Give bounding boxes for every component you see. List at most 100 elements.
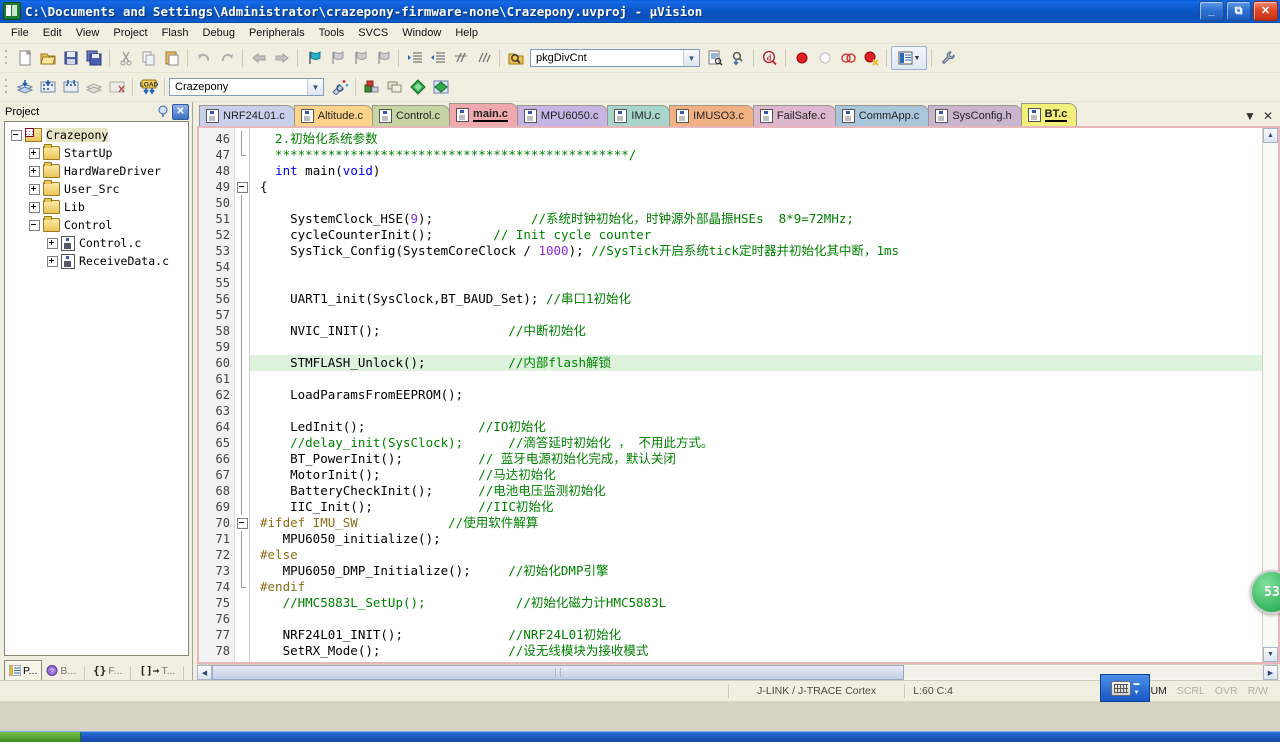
maximize-button[interactable]: ⧉ [1226, 1, 1251, 21]
code-line[interactable] [250, 259, 1262, 275]
editor-tab-nrf24l01-c[interactable]: NRF24L01.c [199, 105, 295, 126]
build-icon[interactable] [36, 76, 59, 98]
toggle-plus-icon[interactable] [47, 238, 58, 249]
menu-tools[interactable]: Tools [312, 25, 352, 41]
menu-file[interactable]: File [4, 25, 36, 41]
disable-breakpoint-icon[interactable] [813, 47, 836, 69]
pane-tab-functions[interactable]: {} F... [89, 661, 126, 680]
code-line[interactable]: ****************************************… [250, 147, 1262, 163]
download-to-flash-icon[interactable]: LOAD [137, 76, 160, 98]
translate-icon[interactable] [13, 76, 36, 98]
scroll-right-button[interactable]: ▶ [1263, 665, 1278, 680]
menu-debug[interactable]: Debug [196, 25, 242, 41]
code-line[interactable]: MPU6050_initialize(); [250, 531, 1262, 547]
tree-node-crazepony[interactable]: Crazepony [5, 126, 188, 144]
manage-windows-button[interactable]: ▼ [891, 46, 927, 70]
code-line[interactable]: MotorInit(); //马达初始化 [250, 467, 1262, 483]
code-line[interactable]: int main(void) [250, 163, 1262, 179]
menu-help[interactable]: Help [448, 25, 485, 41]
find-combo[interactable]: pkgDivCnt ▼ [530, 49, 700, 67]
chevron-down-icon[interactable]: ▼ [307, 79, 323, 95]
code-line[interactable] [250, 611, 1262, 627]
menu-project[interactable]: Project [106, 25, 154, 41]
scroll-up-button[interactable]: ▲ [1263, 128, 1278, 143]
code-content[interactable]: 2.初始化系统参数 ******************************… [250, 128, 1262, 662]
code-line[interactable]: NVIC_INIT(); //中断初始化 [250, 323, 1262, 339]
editor-tab-sysconfig-h[interactable]: SysConfig.h [928, 105, 1021, 126]
pane-tab-templates[interactable]: []→ T... [135, 661, 179, 680]
language-bar-arrows[interactable]: ▬▼ [1134, 681, 1140, 696]
code-line[interactable]: SetRX_Mode(); //设无线模块为接收模式 [250, 643, 1262, 659]
tree-node-receivedata-c[interactable]: ReceiveData.c [5, 252, 188, 270]
rebuild-icon[interactable] [59, 76, 82, 98]
code-line[interactable] [250, 307, 1262, 323]
code-line[interactable]: //HMC5883L_SetUp(); //初始化磁力计HMC5883L [250, 595, 1262, 611]
pack-manager-icon[interactable] [429, 76, 452, 98]
tree-node-control[interactable]: Control [5, 216, 188, 234]
minimize-button[interactable]: _ [1199, 1, 1224, 21]
target-combo[interactable]: Crazepony ▼ [169, 78, 324, 96]
fold-collapse-icon[interactable] [237, 182, 248, 193]
toggle-plus-icon[interactable] [29, 184, 40, 195]
pane-tab-books[interactable]: ? B... [42, 661, 80, 680]
code-line[interactable]: MPU6050_DMP_Initialize(); //初始化DMP引擎 [250, 563, 1262, 579]
tree-node-user-src[interactable]: User_Src [5, 180, 188, 198]
keyboard-icon[interactable] [1111, 681, 1131, 696]
save-all-icon[interactable] [82, 47, 105, 69]
editor-tab-altitude-c[interactable]: Altitude.c [294, 105, 373, 126]
code-editor[interactable]: 4647484950515253545556575859606162636465… [197, 126, 1280, 664]
editor-tab-imu-c[interactable]: IMU.c [607, 105, 670, 126]
code-line[interactable]: BatteryCheckInit(); //电池电压监测初始化 [250, 483, 1262, 499]
debug-help-icon[interactable]: d [758, 47, 781, 69]
code-line[interactable]: cycleCounterInit(); // Init cycle counte… [250, 227, 1262, 243]
editor-tab-failsafe-c[interactable]: FailSafe.c [753, 105, 836, 126]
code-line[interactable] [250, 339, 1262, 355]
tab-list-dropdown-icon[interactable]: ▼ [1244, 109, 1256, 123]
code-line[interactable]: STMFLASH_Unlock(); //内部flash解锁 [250, 355, 1262, 371]
tree-node-startup[interactable]: StartUp [5, 144, 188, 162]
editor-tab-control-c[interactable]: Control.c [372, 105, 450, 126]
find-in-files-icon[interactable] [504, 47, 527, 69]
code-line[interactable]: BT_PowerInit(); // 蓝牙电源初始化完成，默认关闭 [250, 451, 1262, 467]
pack-installer-icon[interactable] [406, 76, 429, 98]
code-line[interactable]: LedInit(); //IO初始化 [250, 419, 1262, 435]
code-line[interactable] [250, 195, 1262, 211]
toggle-plus-icon[interactable] [47, 256, 58, 267]
paste-icon[interactable] [160, 47, 183, 69]
menu-flash[interactable]: Flash [155, 25, 196, 41]
target-options-icon[interactable] [328, 76, 351, 98]
configure-icon[interactable] [936, 47, 959, 69]
code-line[interactable]: NRF24L01_INIT(); //NRF24L01初始化 [250, 627, 1262, 643]
code-line[interactable]: #endif [250, 579, 1262, 595]
code-line[interactable]: //delay_init(SysClock); //滴答延时初始化 ， 不用此方… [250, 435, 1262, 451]
editor-tab-commapp-c[interactable]: CommApp.c [835, 105, 930, 126]
code-line[interactable] [250, 403, 1262, 419]
scroll-down-button[interactable]: ▼ [1263, 647, 1278, 662]
find-next-icon[interactable] [703, 47, 726, 69]
code-line[interactable]: LoadParamsFromEEPROM(); [250, 387, 1262, 403]
fold-collapse-icon[interactable] [237, 518, 248, 529]
bookmark-toggle-icon[interactable] [302, 47, 325, 69]
editor-tab-mpu6050-c[interactable]: MPU6050.c [517, 105, 608, 126]
toolbar-grip[interactable] [4, 77, 11, 97]
hscroll-track[interactable] [904, 666, 1263, 679]
code-line[interactable]: UART1_init(SysClock,BT_BAUD_Set); //串口1初… [250, 291, 1262, 307]
taskbar[interactable] [0, 731, 1280, 742]
kill-all-breakpoints-icon[interactable] [859, 47, 882, 69]
toggle-minus-icon[interactable] [11, 130, 22, 141]
close-button[interactable]: ✕ [1253, 1, 1278, 21]
multi-project-icon[interactable] [383, 76, 406, 98]
toolbar-grip[interactable] [4, 48, 11, 68]
toggle-minus-icon[interactable] [29, 220, 40, 231]
toggle-plus-icon[interactable] [29, 166, 40, 177]
code-line[interactable]: IIC_Init(); //IIC初始化 [250, 499, 1262, 515]
code-line[interactable]: SystemClock_HSE(9); //系统时钟初始化，时钟源外部晶振HSE… [250, 211, 1262, 227]
tab-close-icon[interactable]: ✕ [1263, 109, 1273, 123]
menu-peripherals[interactable]: Peripherals [242, 25, 312, 41]
pin-icon[interactable] [155, 105, 170, 119]
project-pane-close-button[interactable]: ✕ [172, 104, 189, 120]
language-bar[interactable]: ▬▼ [1100, 674, 1150, 702]
code-line[interactable]: #ifdef IMU_SW //使用软件解算 [250, 515, 1262, 531]
tree-node-hardwaredriver[interactable]: HardWareDriver [5, 162, 188, 180]
code-line[interactable] [250, 371, 1262, 387]
